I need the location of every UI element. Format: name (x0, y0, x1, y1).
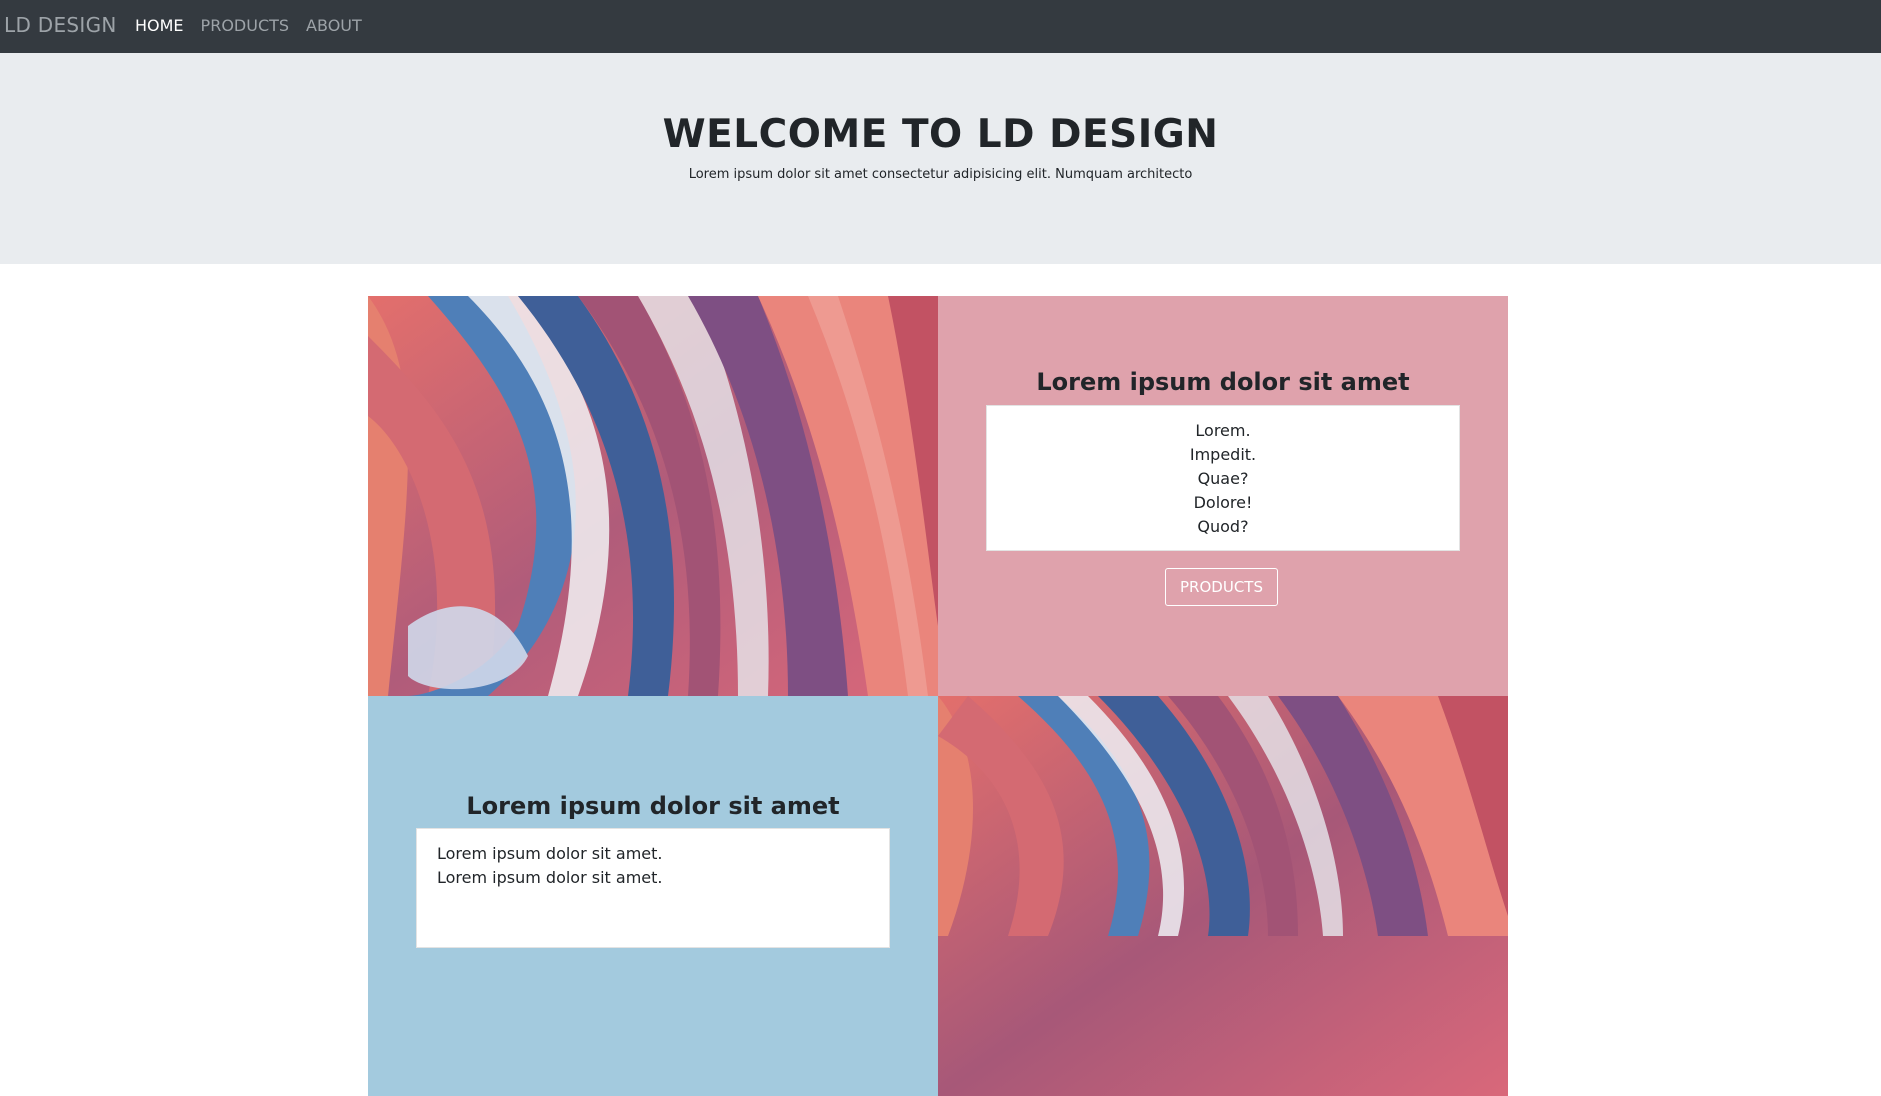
info-panel-title: Lorem ipsum dolor sit amet (466, 792, 840, 820)
info-list: Lorem ipsum dolor sit amet. Lorem ipsum … (416, 828, 890, 948)
products-list: Lorem. Impedit. Quae? Dolore! Quod? (986, 405, 1460, 551)
info-panel: Lorem ipsum dolor sit amet Lorem ipsum d… (368, 696, 938, 1096)
swirl-image-top (368, 296, 938, 696)
content-grid: Lorem ipsum dolor sit amet Lorem. Impedi… (368, 296, 1508, 1096)
list-item: Impedit. (1189, 445, 1257, 464)
list-item: Lorem ipsum dolor sit amet. (437, 868, 663, 887)
hero-lead-text: Lorem ipsum dolor sit amet consectetur a… (688, 167, 1193, 182)
hero-jumbotron: WELCOME TO LD DESIGN Lorem ipsum dolor s… (0, 53, 1881, 264)
nav-links: HOME PRODUCTS ABOUT (135, 16, 362, 36)
list-item: Quae? (1197, 469, 1249, 488)
hero-title: WELCOME TO LD DESIGN (662, 112, 1219, 157)
nav-link-home[interactable]: HOME (135, 16, 184, 36)
navbar: LD DESIGN HOME PRODUCTS ABOUT (0, 0, 1881, 53)
swirl-image-bottom (938, 696, 1508, 1096)
list-item: Lorem. (1195, 421, 1251, 440)
products-button[interactable]: PRODUCTS (1165, 568, 1278, 606)
nav-link-about[interactable]: ABOUT (306, 16, 362, 36)
products-panel-title: Lorem ipsum dolor sit amet (1036, 368, 1410, 396)
abstract-swirl-image (938, 696, 1508, 1096)
abstract-swirl-image (368, 296, 938, 696)
list-item: Quod? (1197, 517, 1249, 536)
list-item: Lorem ipsum dolor sit amet. (437, 844, 663, 863)
products-panel: Lorem ipsum dolor sit amet Lorem. Impedi… (938, 296, 1508, 696)
brand-logo[interactable]: LD DESIGN (4, 13, 117, 37)
list-item: Dolore! (1193, 493, 1253, 512)
nav-link-products[interactable]: PRODUCTS (201, 16, 290, 36)
